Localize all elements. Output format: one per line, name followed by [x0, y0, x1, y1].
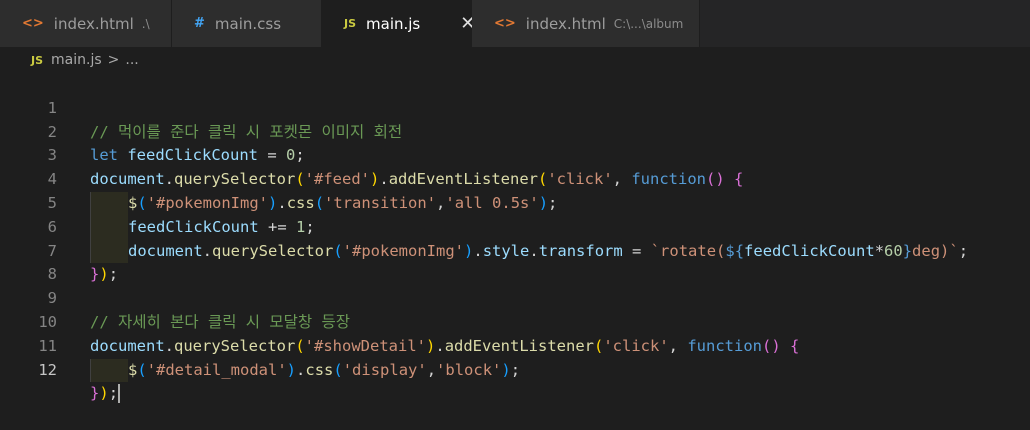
function-name: $	[128, 360, 138, 379]
tab-label: main.js	[366, 14, 421, 33]
string: '#detail_modal'	[146, 360, 287, 379]
paren: )	[501, 360, 511, 379]
code-line[interactable]: 3 document.querySelector('#feed').addEve…	[0, 121, 1030, 188]
tab-main-js[interactable]: JS main.js ✕	[322, 0, 475, 47]
tab-index-html-album[interactable]: <> index.html C:\...\album	[472, 0, 700, 47]
code-editor[interactable]: 1 // 먹이를 준다 클릭 시 포켓몬 이미지 회전 2 let feedCl…	[0, 73, 1030, 404]
code-line[interactable]: 5 feedClickCount += 1;	[0, 168, 1030, 240]
code-line[interactable]: 10 document.querySelector('#showDetail')…	[0, 287, 1030, 355]
code-line[interactable]: 11 $('#detail_modal').css('display','blo…	[0, 311, 1030, 383]
breadcrumb-symbol[interactable]: ...	[125, 52, 138, 68]
html-file-icon: <>	[494, 16, 516, 31]
string: 'block'	[436, 360, 502, 379]
string: 'display'	[342, 360, 427, 379]
tab-label: main.css	[214, 14, 282, 33]
tab-main-css[interactable]: # main.css	[172, 0, 322, 47]
tab-label: index.html	[525, 14, 606, 33]
code-line[interactable]: 7 });	[0, 216, 1030, 284]
css-file-icon: #	[194, 16, 205, 31]
code-line[interactable]: 9 // 자세히 본다 클릭 시 모달창 등장	[0, 263, 1030, 331]
text-cursor	[118, 384, 121, 404]
editor-tab-bar: <> index.html .\ # main.css JS main.js ✕…	[0, 0, 1030, 47]
paren: (	[333, 360, 343, 379]
code-line[interactable]: 1 // 먹이를 준다 클릭 시 포켓몬 이미지 회전	[0, 73, 1030, 141]
punctuation: ;	[108, 384, 119, 403]
tab-index-html[interactable]: <> index.html .\	[0, 0, 172, 47]
code-line[interactable]: 8	[0, 240, 1030, 283]
code-line[interactable]: 2 let feedClickCount = 0;	[0, 97, 1030, 165]
js-file-icon: JS	[344, 17, 357, 30]
punctuation: ;	[510, 360, 521, 379]
brace: }	[90, 384, 100, 403]
paren: )	[99, 384, 109, 403]
code-line[interactable]: 12 });	[0, 335, 1030, 404]
code-line[interactable]: 4 $('#pokemonImg').css('transition','all…	[0, 144, 1030, 216]
tab-path-hint: .\	[141, 16, 150, 31]
tab-label: index.html	[53, 14, 134, 33]
punctuation: ,	[426, 360, 437, 379]
function-name: css	[305, 360, 334, 379]
code-line[interactable]: 6 document.querySelector('#pokemonImg').…	[0, 192, 1030, 264]
indent-guide	[90, 358, 128, 383]
paren: (	[137, 360, 147, 379]
tab-path-hint: C:\...\album	[613, 16, 684, 31]
js-file-icon: JS	[31, 53, 44, 67]
line-number: 12	[38, 360, 57, 379]
paren: )	[286, 360, 297, 379]
html-file-icon: <>	[22, 16, 44, 31]
breadcrumb: JS main.js > ...	[0, 47, 1030, 73]
chevron-right-icon: >	[107, 52, 120, 68]
punctuation: .	[296, 360, 306, 379]
breadcrumb-file[interactable]: main.js	[51, 52, 102, 68]
